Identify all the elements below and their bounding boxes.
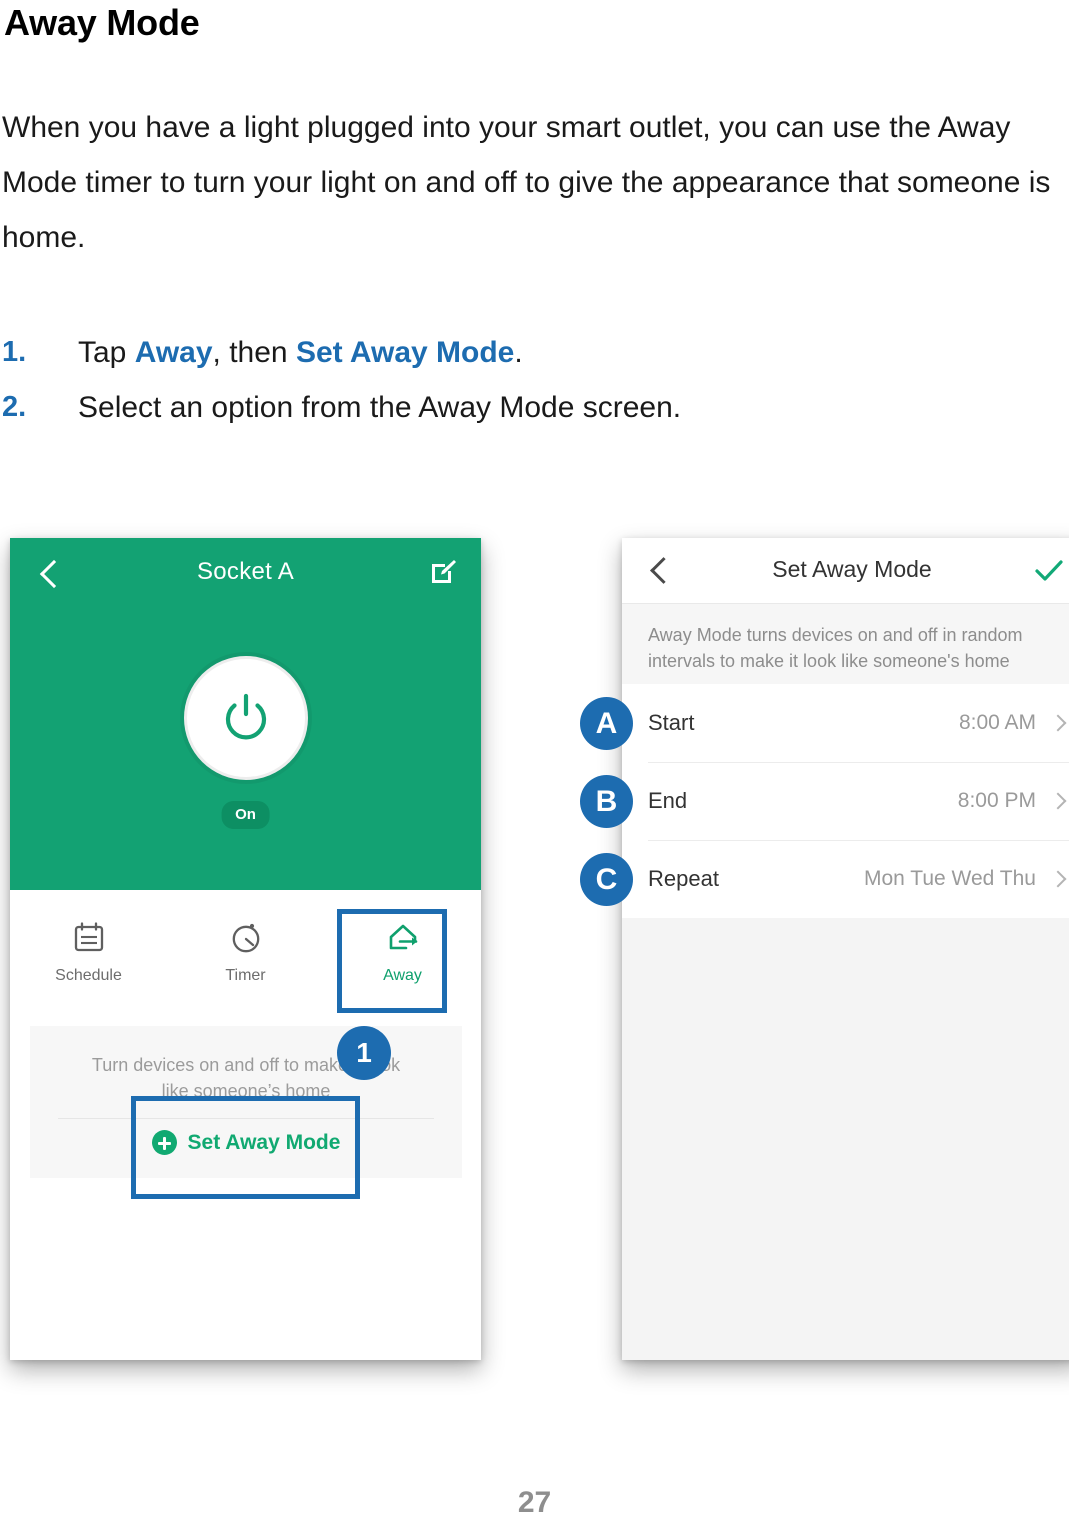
callout-box-away-tab xyxy=(337,909,447,1013)
callout-box-set-away-mode xyxy=(131,1096,360,1199)
instruction-steps: 1. Tap Away, then Set Away Mode. 2. Select… xyxy=(0,325,1060,435)
chevron-right-icon xyxy=(1049,792,1067,810)
step-item: 1. Tap Away, then Set Away Mode. xyxy=(0,325,1060,380)
step-text-prefix: Select an option from the Away Mode scre… xyxy=(78,391,682,424)
step-text-prefix: Tap xyxy=(78,336,135,369)
nav-bar: Set Away Mode xyxy=(622,538,1069,604)
empty-area xyxy=(622,918,1069,1360)
manual-page: Away Mode When you have a light plugged … xyxy=(0,0,1069,1528)
power-icon xyxy=(220,692,272,744)
step-highlight-set-away-mode: Set Away Mode xyxy=(295,336,515,369)
edit-square-icon[interactable] xyxy=(429,558,457,586)
tab-label: Timer xyxy=(225,967,266,984)
page-title: Away Mode xyxy=(4,2,200,43)
list-item[interactable]: Repeat Mon Tue Wed Thu xyxy=(622,840,1069,918)
row-value: Mon Tue Wed Thu xyxy=(864,867,1036,890)
calendar-icon xyxy=(10,916,167,958)
step-number: 1. xyxy=(2,336,27,368)
tab-schedule[interactable]: Schedule xyxy=(10,890,167,1018)
page-number: 27 xyxy=(517,1486,552,1519)
callout-badge-b: B xyxy=(580,775,633,828)
status-badge: On xyxy=(221,801,270,829)
tab-label: Schedule xyxy=(55,967,122,984)
step-item: 2. Select an option from the Away Mode sc… xyxy=(0,380,1060,435)
away-mode-description: Away Mode turns devices on and off in ra… xyxy=(622,604,1069,684)
away-card-description-line1: Turn devices on and off to make it look xyxy=(91,1055,401,1075)
row-label: Repeat xyxy=(648,866,719,891)
step-highlight-away: Away xyxy=(134,336,213,369)
stopwatch-icon xyxy=(167,916,324,958)
step-number: 2. xyxy=(2,391,27,423)
settings-list: Start 8:00 AM End 8:00 PM Repeat Mon Tue… xyxy=(622,684,1069,918)
intro-paragraph: When you have a light plugged into your … xyxy=(2,111,1051,254)
row-value: 8:00 AM xyxy=(958,711,1036,734)
step-text-middle: , then xyxy=(212,336,296,369)
tab-timer[interactable]: Timer xyxy=(167,890,324,1018)
row-label: Start xyxy=(648,710,695,735)
screenshot-set-away-mode: Set Away Mode Away Mode turns devices on… xyxy=(622,538,1069,1360)
callout-badge-1: 1 xyxy=(337,1026,391,1080)
chevron-right-icon xyxy=(1049,714,1067,732)
list-item[interactable]: End 8:00 PM xyxy=(622,762,1069,840)
chevron-right-icon xyxy=(1049,870,1067,888)
callout-badge-c: C xyxy=(580,853,633,906)
check-icon[interactable] xyxy=(1034,558,1064,584)
power-toggle-button[interactable] xyxy=(183,656,308,780)
row-value: 8:00 PM xyxy=(957,789,1036,812)
list-item[interactable]: Start 8:00 AM xyxy=(622,684,1069,762)
step-text-suffix: . xyxy=(514,336,523,369)
nav-title: Socket A xyxy=(196,558,295,585)
nav-title: Set Away Mode xyxy=(772,556,932,582)
device-hero-panel: Socket A On xyxy=(10,538,481,890)
row-label: End xyxy=(648,788,688,813)
callout-badge-a: A xyxy=(580,697,633,750)
